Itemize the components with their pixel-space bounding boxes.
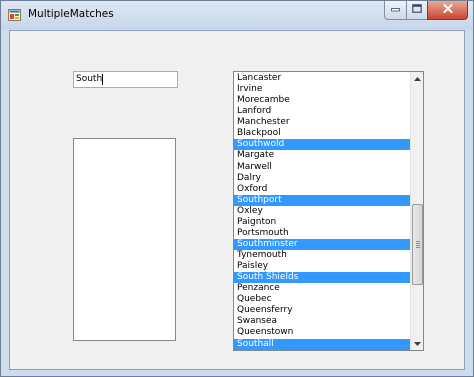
list-item[interactable]: South Shields [234,272,410,284]
list-item[interactable]: Southwold [234,139,410,151]
list-item[interactable]: Portsmouth [234,228,410,239]
list-item[interactable]: Oxford [234,184,410,195]
list-item[interactable]: Lanford [234,106,410,117]
list-item[interactable]: Tynemouth [234,250,410,261]
list-item[interactable]: Dalry [234,173,410,184]
list-item[interactable]: Queenstown [234,327,410,338]
arrow-up-icon [414,75,421,83]
list-item[interactable]: Queensferry [234,305,410,316]
list-item[interactable]: Irvine [234,84,410,95]
list-item[interactable]: Swansea [234,316,410,327]
text-caret [102,74,104,85]
list-item[interactable]: Southminster [234,238,410,250]
maximize-button[interactable] [406,1,428,20]
window-title: MultipleMatches [28,8,114,20]
scroll-up-button[interactable] [411,72,423,85]
maximize-icon [412,4,422,16]
thumb-grip-line [416,243,420,244]
close-button[interactable] [427,1,468,20]
thumb-grip-line [416,245,420,246]
list-item[interactable]: Paignton [234,217,410,228]
minimize-icon [391,5,400,15]
search-input[interactable]: South [73,71,178,88]
list-item[interactable]: Southport [234,194,410,206]
thumb-grip-line [416,247,420,248]
list-item[interactable]: Margate [234,150,410,161]
list-item[interactable]: Manchester [234,117,410,128]
thumb-grip-line [416,241,420,242]
app-icon [8,9,21,21]
title-bar[interactable]: MultipleMatches [1,1,473,29]
arrow-down-icon [414,340,421,348]
search-input-value: South [76,74,103,84]
minimize-button[interactable] [384,1,407,20]
close-icon [443,4,453,16]
list-item[interactable]: Lancaster [234,73,410,84]
list-item[interactable]: Marwell [234,162,410,173]
list-item[interactable]: Morecambe [234,95,410,106]
matches-listbox[interactable] [73,138,176,341]
vertical-scrollbar[interactable] [410,72,423,350]
list-item[interactable]: Blackpool [234,128,410,139]
list-item[interactable]: Quebec [234,294,410,305]
application-window: MultipleMatches South Lancaster Irvine Mor… [0,0,474,377]
list-item[interactable]: Southall [234,338,410,350]
cities-list-items: Lancaster Irvine Morecambe Lanford Mancheste… [234,73,410,350]
list-item[interactable]: Paisley [234,261,410,272]
scroll-down-button[interactable] [411,337,423,350]
list-item[interactable]: Oxley [234,206,410,217]
list-item[interactable]: Penzance [234,283,410,294]
scroll-thumb[interactable] [412,204,423,285]
cities-listbox[interactable]: Lancaster Irvine Morecambe Lanford Mancheste… [233,71,424,351]
